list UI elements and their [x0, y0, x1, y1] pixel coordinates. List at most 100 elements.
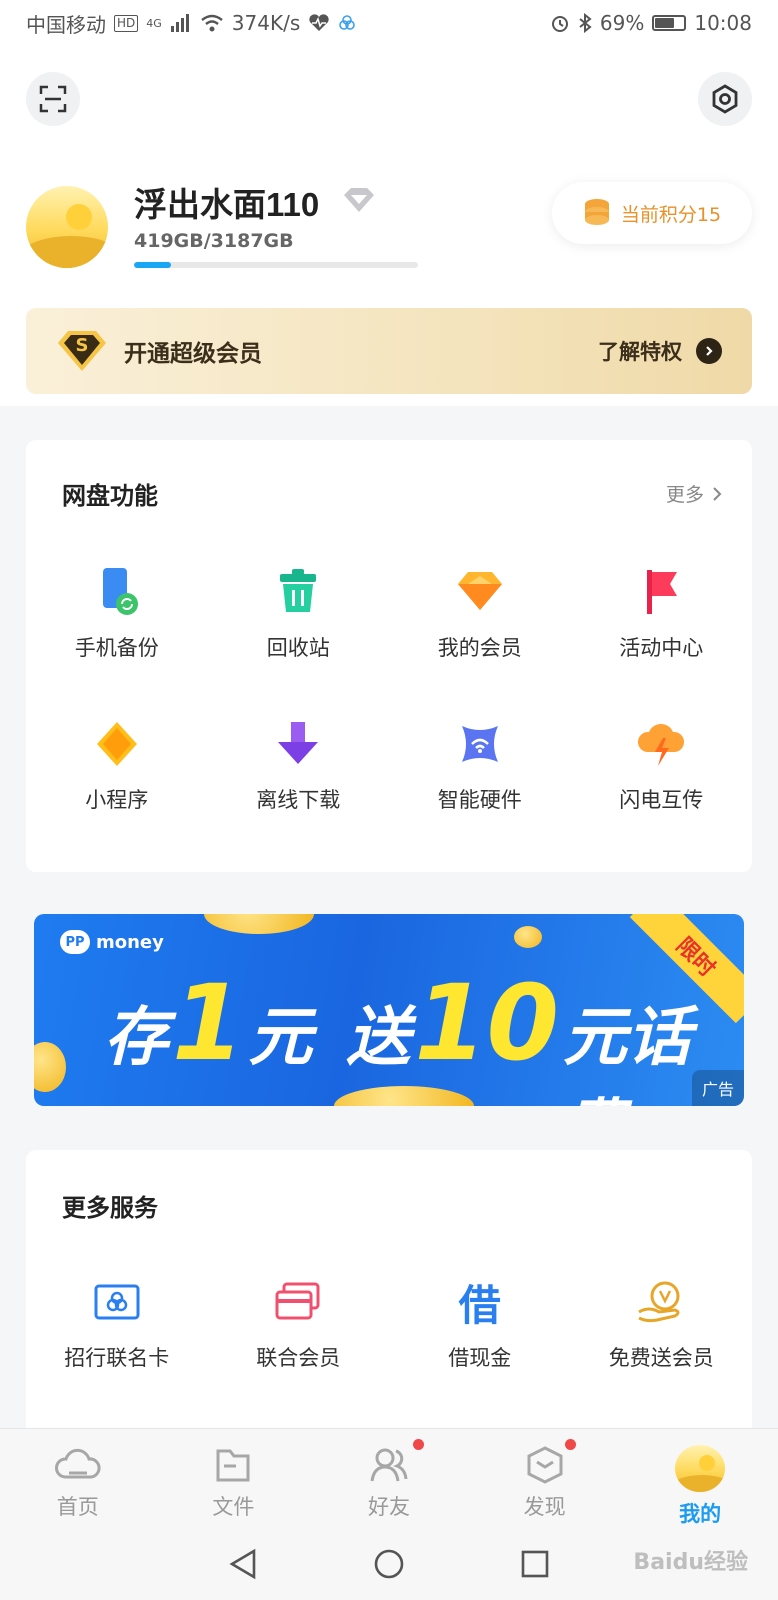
- free-vip-icon: [635, 1276, 687, 1328]
- member-card-icon: [272, 1276, 324, 1328]
- recycle-bin-icon: [272, 566, 324, 618]
- ad-logo-text: money: [96, 931, 164, 953]
- feature-label: 闪电互传: [619, 788, 704, 812]
- mini-program-icon: [91, 718, 143, 770]
- more-services-title: 更多服务: [62, 1194, 158, 1222]
- points-button[interactable]: 当前积分15: [552, 182, 752, 244]
- home-circle-icon[interactable]: [373, 1548, 405, 1580]
- feature-label: 活动中心: [619, 636, 704, 660]
- phone-backup-icon: [91, 566, 143, 618]
- feature-label: 我的会员: [437, 636, 522, 660]
- vip-diamond-icon[interactable]: [342, 186, 376, 214]
- service-cmb-card[interactable]: 招行联名卡: [26, 1276, 208, 1428]
- chevron-right-icon: [713, 486, 722, 501]
- feature-label: 小程序: [85, 788, 149, 812]
- download-arrow-icon: [272, 718, 324, 770]
- scan-button[interactable]: [26, 72, 80, 126]
- notification-dot: [413, 1439, 425, 1450]
- nav-mine[interactable]: 我的: [622, 1429, 778, 1528]
- smart-hardware-icon: [454, 718, 506, 770]
- ad-logo: PP money: [60, 930, 164, 954]
- disk-features-card: 网盘功能 更多 手机备份 回收站 我的会员 活动中心 小程序 离线下载 智能硬件…: [26, 440, 752, 872]
- status-bar: 中国移动 HD 4G 374K/s 69% 10:08: [0, 0, 778, 46]
- back-icon[interactable]: [228, 1548, 258, 1580]
- folder-icon: [216, 1449, 250, 1482]
- nav-friends[interactable]: 好友: [311, 1429, 467, 1528]
- avatar-dune: [675, 1475, 726, 1492]
- vip-privileges-link[interactable]: 了解特权: [598, 336, 722, 366]
- status-right: 69% 10:08: [550, 11, 752, 35]
- feature-recycle-bin[interactable]: 回收站: [208, 566, 390, 718]
- lightning-cloud-icon: [635, 718, 687, 770]
- ad-headline-word: 存: [104, 1001, 168, 1075]
- heart-rate-icon: [309, 14, 329, 31]
- hd-badge: HD: [114, 14, 139, 32]
- ad-headline-word: 元: [248, 1001, 313, 1075]
- nav-avatar: [675, 1445, 726, 1492]
- bank-card-icon: [91, 1276, 143, 1328]
- ad-tag: 广告: [691, 1070, 744, 1106]
- storage-progress-fill: [134, 262, 172, 268]
- cloud-app-icon: [339, 15, 356, 30]
- diamond-icon: [454, 566, 506, 618]
- network-type: 4G: [146, 16, 162, 30]
- vip-privileges-label: 了解特权: [598, 340, 682, 364]
- settings-icon: [712, 84, 738, 114]
- feature-label: 手机备份: [74, 636, 159, 660]
- nav-files[interactable]: 文件: [156, 1429, 312, 1528]
- more-services-grid: 招行联名卡 联合会员 借 借现金 免费送会员: [26, 1276, 752, 1428]
- feature-label: 离线下载: [256, 788, 341, 812]
- super-vip-badge-icon: S: [56, 329, 108, 373]
- service-label: 免费送会员: [608, 1346, 714, 1370]
- feature-phone-backup[interactable]: 手机备份: [26, 566, 208, 718]
- network-speed: 374K/s: [231, 11, 301, 35]
- feature-label: 智能硬件: [437, 788, 522, 812]
- ad-headline-word: 送: [346, 1001, 411, 1075]
- nav-discover[interactable]: 发现: [467, 1429, 623, 1528]
- coins-icon: [584, 199, 609, 225]
- super-vip-banner[interactable]: S 开通超级会员 了解特权: [26, 308, 752, 394]
- signal-icon: [170, 14, 189, 32]
- storage-progress-bar: [134, 262, 418, 268]
- nav-label: 文件: [212, 1495, 255, 1519]
- service-borrow-cash[interactable]: 借 借现金: [389, 1276, 571, 1428]
- friends-icon: [370, 1448, 408, 1482]
- coin-decoration: [204, 914, 314, 934]
- watermark: Baidu经验: [633, 1550, 748, 1575]
- status-left: 中国移动 HD 4G 374K/s: [26, 9, 356, 38]
- storage-usage-text: 419GB/3187GB: [134, 230, 294, 252]
- recents-square-icon[interactable]: [520, 1549, 550, 1579]
- alarm-icon: [551, 16, 568, 32]
- disk-features-grid: 手机备份 回收站 我的会员 活动中心 小程序 离线下载 智能硬件 闪电互传: [26, 566, 752, 870]
- service-label: 招行联名卡: [64, 1346, 170, 1370]
- feature-offline-download[interactable]: 离线下载: [208, 718, 390, 870]
- username: 浮出水面110: [134, 186, 320, 223]
- clock: 10:08: [694, 11, 752, 35]
- feature-smart-hardware[interactable]: 智能硬件: [389, 718, 571, 870]
- borrow-glyph: 借: [458, 1280, 501, 1330]
- feature-mini-program[interactable]: 小程序: [26, 718, 208, 870]
- nav-home[interactable]: 首页: [0, 1429, 156, 1528]
- feature-my-vip[interactable]: 我的会员: [389, 566, 571, 718]
- disk-features-title: 网盘功能: [62, 482, 158, 510]
- nav-label: 首页: [56, 1495, 99, 1519]
- more-services-card: 更多服务 招行联名卡 联合会员 借 借现金 免费送会员: [26, 1150, 752, 1440]
- ad-headline-number: 1: [172, 962, 245, 1084]
- settings-button[interactable]: [698, 72, 752, 126]
- feature-lightning-transfer[interactable]: 闪电互传: [571, 718, 753, 870]
- borrow-icon: 借: [454, 1276, 506, 1330]
- battery-level: [655, 18, 675, 28]
- service-joint-membership[interactable]: 联合会员: [208, 1276, 390, 1428]
- ad-banner[interactable]: PP money 存 1 元 送 10 元话费 限时 广告: [34, 914, 744, 1106]
- avatar[interactable]: [26, 186, 108, 268]
- nav-label: 好友: [367, 1495, 410, 1519]
- service-free-vip[interactable]: 免费送会员: [571, 1276, 753, 1428]
- points-label: 当前积分15: [620, 203, 722, 226]
- bluetooth-icon: [579, 13, 592, 33]
- more-features-link[interactable]: 更多: [666, 480, 722, 507]
- feature-label: 回收站: [266, 636, 330, 660]
- bottom-navigation: 首页 文件 好友 发现 我的: [0, 1428, 778, 1528]
- avatar-dune: [26, 236, 108, 268]
- carrier-text: 中国移动: [26, 12, 106, 37]
- feature-activity-center[interactable]: 活动中心: [571, 566, 753, 718]
